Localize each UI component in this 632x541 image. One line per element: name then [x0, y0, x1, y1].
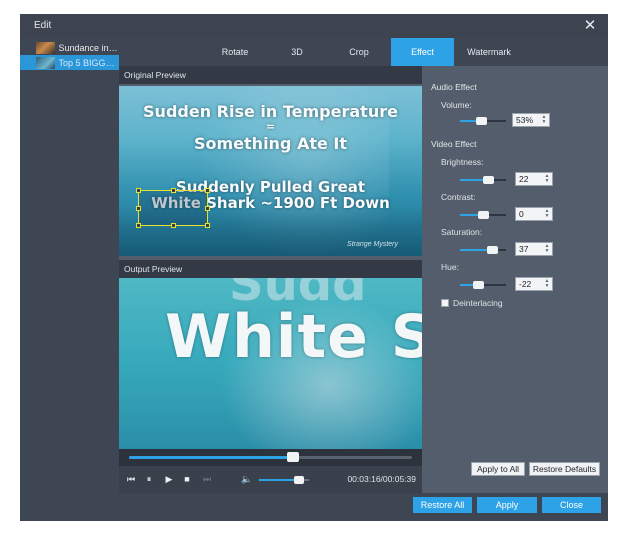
- crop-box[interactable]: [136, 188, 210, 228]
- close-button[interactable]: Close: [542, 497, 601, 513]
- spin-arrows-icon[interactable]: ▲ ▼: [541, 115, 547, 125]
- file-list-item-selected[interactable]: Top 5 BIGGES...: [20, 55, 119, 70]
- audio-volume-slider[interactable]: [460, 117, 506, 125]
- volume-handle[interactable]: [294, 476, 304, 484]
- tab-crop[interactable]: Crop: [327, 38, 391, 66]
- spin-arrows-icon[interactable]: ▲ ▼: [544, 174, 550, 184]
- player-controls: ⏮ ⏸ ▶ ■ ⏭ 🔈 00:03:16/00:05:39: [119, 466, 422, 493]
- video-caption: White S: [165, 302, 422, 372]
- hue-spinbox[interactable]: -22 ▲ ▼: [515, 277, 553, 291]
- edit-dialog: Edit ✕ Sundance in 4... Top 5 BIGGES... …: [20, 14, 608, 521]
- saturation-spinbox[interactable]: 37 ▲ ▼: [515, 242, 553, 256]
- video-caption: =: [265, 120, 276, 133]
- spin-arrows-icon[interactable]: ▲ ▼: [544, 244, 550, 254]
- slider-handle[interactable]: [472, 281, 484, 289]
- output-preview: Sudd White S: [119, 278, 422, 449]
- video-watermark: Strange Mystery: [347, 241, 398, 248]
- crop-handle[interactable]: [205, 223, 210, 228]
- spin-arrows-icon[interactable]: ▲ ▼: [544, 209, 550, 219]
- tab-watermark[interactable]: Watermark: [454, 38, 524, 66]
- tab-rotate[interactable]: Rotate: [203, 38, 267, 66]
- skip-forward-icon[interactable]: ⏭: [201, 473, 213, 485]
- effect-panel: Audio Effect Volume: 53% ▲ ▼ Video Effect…: [422, 66, 608, 493]
- time-readout: 00:03:16/00:05:39: [347, 474, 416, 484]
- file-name: Sundance in 4...: [58, 42, 119, 53]
- hue-slider[interactable]: [460, 281, 506, 289]
- play-icon[interactable]: ▶: [163, 473, 175, 485]
- seek-bar[interactable]: [119, 449, 422, 466]
- volume-label: Volume:: [441, 100, 472, 110]
- deinterlacing-checkbox[interactable]: [441, 299, 449, 307]
- deinterlacing-label: Deinterlacing: [453, 298, 503, 308]
- seek-progress: [129, 456, 294, 459]
- hue-label: Hue:: [441, 262, 459, 272]
- slider-handle[interactable]: [475, 117, 487, 125]
- dialog-footer: Restore All Apply Close: [119, 493, 608, 521]
- file-list: Sundance in 4... Top 5 BIGGES...: [20, 38, 119, 521]
- spin-arrows-icon[interactable]: ▲ ▼: [544, 279, 550, 289]
- contrast-label: Contrast:: [441, 192, 476, 202]
- brightness-label: Brightness:: [441, 157, 484, 167]
- slider-handle[interactable]: [483, 176, 495, 184]
- original-preview-label: Original Preview: [119, 66, 422, 84]
- video-thumbnail: [36, 56, 55, 69]
- tab-bar: Rotate 3D Crop Effect Watermark: [119, 38, 608, 66]
- apply-to-all-button[interactable]: Apply to All: [471, 462, 525, 476]
- close-icon[interactable]: ✕: [582, 18, 598, 34]
- crop-handle[interactable]: [171, 188, 176, 193]
- tab-effect[interactable]: Effect: [391, 38, 454, 66]
- tab-3d[interactable]: 3D: [267, 38, 327, 66]
- volume-spinbox[interactable]: 53% ▲ ▼: [512, 113, 550, 127]
- seek-track[interactable]: [129, 452, 412, 462]
- original-preview: Sudden Rise in Temperature = Something A…: [119, 86, 422, 256]
- file-name: Top 5 BIGGES...: [58, 57, 119, 68]
- crop-handle[interactable]: [205, 188, 210, 193]
- video-thumbnail: [36, 41, 55, 54]
- pause-icon[interactable]: ⏸: [143, 473, 155, 485]
- brightness-spinbox[interactable]: 22 ▲ ▼: [515, 172, 553, 186]
- crop-handle[interactable]: [136, 188, 141, 193]
- saturation-slider[interactable]: [460, 246, 506, 254]
- audio-effect-title: Audio Effect: [431, 82, 477, 92]
- output-preview-label: Output Preview: [119, 260, 422, 278]
- contrast-spinbox[interactable]: 0 ▲ ▼: [515, 207, 553, 221]
- seek-handle[interactable]: [287, 452, 300, 462]
- volume-slider[interactable]: [259, 476, 309, 484]
- crop-handle[interactable]: [136, 206, 141, 211]
- contrast-slider[interactable]: [460, 211, 506, 219]
- stop-icon[interactable]: ■: [181, 473, 193, 485]
- skip-back-icon[interactable]: ⏮: [125, 473, 137, 485]
- file-list-item[interactable]: Sundance in 4...: [20, 40, 119, 55]
- slider-handle[interactable]: [478, 211, 489, 219]
- crop-handle[interactable]: [205, 206, 210, 211]
- saturation-label: Saturation:: [441, 227, 483, 237]
- restore-defaults-button[interactable]: Restore Defaults: [529, 462, 600, 476]
- video-caption: Something Ate It: [193, 134, 348, 153]
- restore-all-button[interactable]: Restore All: [413, 497, 472, 513]
- title-bar: Edit ✕: [20, 14, 608, 38]
- crop-handle[interactable]: [171, 223, 176, 228]
- crop-handle[interactable]: [136, 223, 141, 228]
- dialog-title: Edit: [34, 20, 52, 31]
- video-caption: Sudden Rise in Temperature: [143, 102, 398, 121]
- slider-handle[interactable]: [486, 246, 498, 254]
- video-effect-title: Video Effect: [431, 139, 477, 149]
- brightness-slider[interactable]: [460, 176, 506, 184]
- apply-button[interactable]: Apply: [477, 497, 537, 513]
- volume-icon[interactable]: 🔈: [241, 473, 253, 485]
